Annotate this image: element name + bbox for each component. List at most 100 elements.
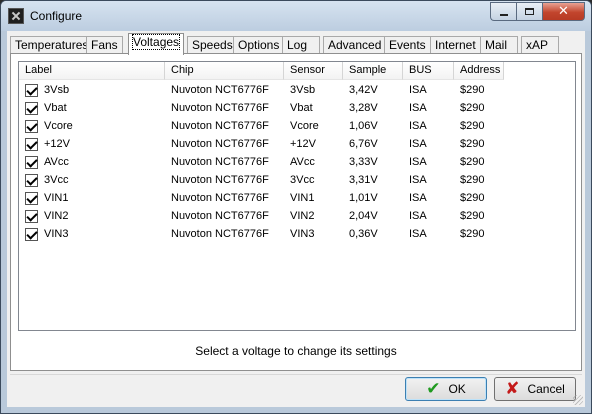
tab-label: Options (238, 38, 280, 52)
caption-buttons: ✕ (490, 2, 585, 21)
tab-label: Voltages (131, 34, 181, 50)
label-text: VIN2 (44, 210, 69, 222)
chip-cell: Nuvoton NCT6776F (171, 156, 269, 168)
row-checkbox[interactable] (25, 209, 38, 223)
list-row[interactable]: Vcore Nuvoton NCT6776F Vcore 1,06V ISA $… (19, 117, 504, 135)
label-cell: VIN1 (19, 189, 165, 207)
bus-cell: ISA (409, 156, 427, 168)
tab-mail[interactable]: Mail (480, 36, 518, 54)
configure-window: Configure ✕ Temperatures Fans Voltages S… (0, 0, 592, 414)
close-button[interactable]: ✕ (542, 2, 585, 21)
row-checkbox[interactable] (25, 173, 38, 187)
row-checkbox[interactable] (25, 119, 38, 133)
address-cell: $290 (460, 174, 485, 186)
address-cell: $290 (460, 156, 485, 168)
label-cell: 3Vsb (19, 81, 165, 99)
bus-cell: ISA (409, 102, 427, 114)
maximize-button[interactable] (516, 2, 542, 21)
checkmark-icon: ✔ (426, 379, 441, 399)
address-cell: $290 (460, 120, 485, 132)
row-checkbox[interactable] (25, 101, 38, 115)
tab-events[interactable]: Events (384, 36, 431, 54)
label-cell: VIN2 (19, 207, 165, 225)
tab-fans[interactable]: Fans (86, 36, 123, 54)
app-icon[interactable] (8, 8, 24, 24)
minimize-icon (499, 13, 508, 16)
list-row[interactable]: VIN2 Nuvoton NCT6776F VIN2 2,04V ISA $29… (19, 207, 504, 225)
row-checkbox[interactable] (25, 137, 38, 151)
chip-cell: Nuvoton NCT6776F (171, 174, 269, 186)
chip-cell: Nuvoton NCT6776F (171, 120, 269, 132)
tab-internet[interactable]: Internet (430, 36, 481, 54)
sample-cell: 0,36V (349, 228, 378, 240)
tab-label: Speeds (192, 38, 233, 52)
sensor-cell: 3Vsb (290, 84, 316, 96)
row-checkbox[interactable] (25, 155, 38, 169)
list-rows: 3Vsb Nuvoton NCT6776F 3Vsb 3,42V ISA $29… (19, 81, 504, 243)
bus-cell: ISA (409, 228, 427, 240)
minimize-button[interactable] (490, 2, 516, 21)
cancel-button[interactable]: ✘ Cancel (494, 377, 576, 401)
address-cell: $290 (460, 138, 485, 150)
tab-advanced[interactable]: Advanced (323, 36, 387, 54)
bus-cell: ISA (409, 120, 427, 132)
title-bar[interactable]: Configure ✕ (1, 1, 591, 31)
label-cell: 3Vcc (19, 171, 165, 189)
tab-xap[interactable]: xAP (521, 36, 559, 54)
resize-grip-icon[interactable] (573, 395, 583, 405)
dialog-body: Temperatures Fans Voltages Speeds Option… (7, 31, 585, 407)
tab-options[interactable]: Options (233, 36, 285, 54)
sensor-cell: VIN2 (290, 210, 315, 222)
sensor-cell: Vcore (290, 120, 319, 132)
bus-cell: ISA (409, 84, 427, 96)
voltage-list[interactable]: Label Chip Sensor Sample BUS Address 3Vs… (18, 61, 576, 331)
list-row[interactable]: VIN1 Nuvoton NCT6776F VIN1 1,01V ISA $29… (19, 189, 504, 207)
tab-speeds[interactable]: Speeds (187, 36, 238, 54)
tab-label: Events (389, 38, 426, 52)
x-mark-icon: ✘ (505, 379, 520, 399)
label-text: 3Vcc (44, 174, 69, 186)
label-text: +12V (44, 138, 70, 150)
tab-label: xAP (526, 38, 549, 52)
sensor-cell: Vbat (290, 102, 313, 114)
ok-button[interactable]: ✔ OK (405, 377, 487, 401)
list-row[interactable]: VIN3 Nuvoton NCT6776F VIN3 0,36V ISA $29… (19, 225, 504, 243)
row-checkbox[interactable] (25, 83, 38, 97)
column-header-address[interactable]: Address (454, 62, 504, 80)
label-cell: AVcc (19, 153, 165, 171)
list-row[interactable]: Vbat Nuvoton NCT6776F Vbat 3,28V ISA $29… (19, 99, 504, 117)
list-row[interactable]: 3Vsb Nuvoton NCT6776F 3Vsb 3,42V ISA $29… (19, 81, 504, 99)
maximize-icon (525, 8, 534, 15)
tab-temperatures[interactable]: Temperatures (10, 36, 94, 54)
label-text: VIN3 (44, 228, 69, 240)
sample-cell: 3,33V (349, 156, 378, 168)
list-row[interactable]: AVcc Nuvoton NCT6776F AVcc 3,33V ISA $29… (19, 153, 504, 171)
sensor-cell: AVcc (290, 156, 315, 168)
chip-cell: Nuvoton NCT6776F (171, 84, 269, 96)
column-header-sensor[interactable]: Sensor (284, 62, 343, 80)
hint-text: Select a voltage to change its settings (195, 344, 397, 358)
tab-log[interactable]: Log (282, 36, 320, 54)
row-checkbox[interactable] (25, 191, 38, 205)
label-cell: Vbat (19, 99, 165, 117)
sample-cell: 2,04V (349, 210, 378, 222)
chip-cell: Nuvoton NCT6776F (171, 138, 269, 150)
label-text: Vbat (44, 102, 67, 114)
column-header-bus[interactable]: BUS (403, 62, 454, 80)
row-checkbox[interactable] (25, 227, 38, 241)
tab-voltages[interactable]: Voltages (128, 33, 185, 55)
column-header-label[interactable]: Label (19, 62, 165, 80)
column-header-chip[interactable]: Chip (165, 62, 284, 80)
sample-cell: 3,31V (349, 174, 378, 186)
address-cell: $290 (460, 192, 485, 204)
tab-label: Log (287, 38, 308, 52)
label-cell: VIN3 (19, 225, 165, 243)
list-row[interactable]: 3Vcc Nuvoton NCT6776F 3Vcc 3,31V ISA $29… (19, 171, 504, 189)
column-header-sample[interactable]: Sample (343, 62, 403, 80)
sample-cell: 1,01V (349, 192, 378, 204)
tab-label: Temperatures (15, 38, 89, 52)
chip-cell: Nuvoton NCT6776F (171, 228, 269, 240)
list-row[interactable]: +12V Nuvoton NCT6776F +12V 6,76V ISA $29… (19, 135, 504, 153)
label-text: Vcore (44, 120, 73, 132)
bus-cell: ISA (409, 174, 427, 186)
